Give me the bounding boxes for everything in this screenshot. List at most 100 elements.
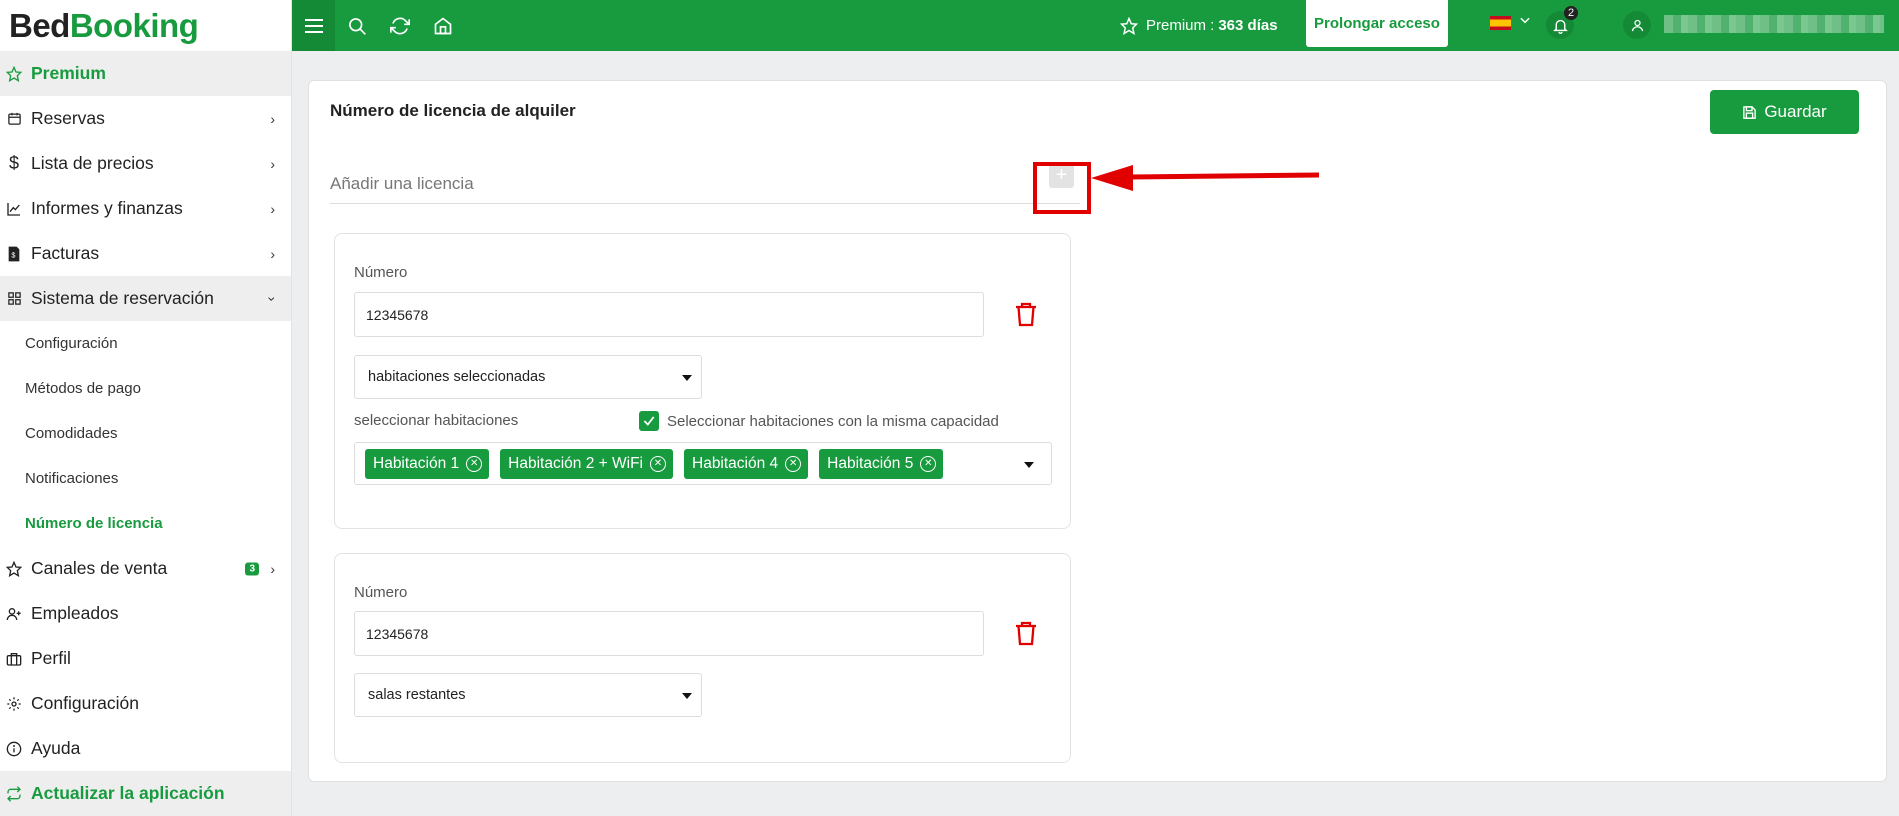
room-tag: Habitación 2 + WiFi ✕ [500, 448, 673, 479]
caret-down-icon [682, 693, 692, 699]
room-tag: Habitación 1 ✕ [365, 448, 490, 479]
logo-part-2: Booking [69, 6, 199, 44]
sidebar-subitem-metodos-pago[interactable]: Métodos de pago [0, 366, 291, 411]
sidebar-item-label: Sistema de reservación [31, 288, 214, 308]
license-entry: Número 12345678 habitaciones seleccionad… [334, 233, 1071, 529]
close-icon[interactable]: ✕ [920, 455, 937, 472]
select-value: salas restantes [368, 687, 466, 703]
refresh-icon [3, 783, 25, 805]
add-license-label: Añadir una licencia [330, 174, 474, 193]
close-icon[interactable]: ✕ [466, 455, 483, 472]
chevron-right-icon: › [270, 200, 275, 217]
avatar[interactable] [1623, 11, 1651, 39]
sidebar-item-canales[interactable]: Canales de venta 3 › [0, 546, 291, 591]
star-icon [3, 63, 25, 85]
sidebar-item-actualizar[interactable]: Actualizar la aplicación [0, 771, 291, 816]
same-capacity-checkbox-row[interactable]: Seleccionar habitaciones con la misma ca… [639, 411, 999, 431]
chevron-right-icon: › [270, 110, 275, 127]
sidebar-subitem-comodidades[interactable]: Comodidades [0, 411, 291, 456]
add-license-row: Añadir una licencia [330, 174, 1080, 204]
number-label: Número [354, 584, 408, 601]
chevron-down-icon: › [264, 296, 281, 301]
count-badge: 3 [245, 562, 259, 575]
room-tag-label: Habitación 1 [373, 454, 460, 472]
sidebar-item-label: Reservas [31, 108, 105, 128]
close-icon[interactable]: ✕ [650, 455, 666, 472]
room-tag-label: Habitación 5 [827, 454, 914, 472]
sidebar-item-reservas[interactable]: Reservas › [0, 96, 291, 141]
sidebar-item-precios[interactable]: $ Lista de precios › [0, 141, 291, 186]
sidebar-item-ayuda[interactable]: Ayuda [0, 726, 291, 771]
user-name-redacted[interactable] [1664, 15, 1884, 33]
spain-flag-icon[interactable] [1490, 16, 1511, 30]
select-rooms-label: seleccionar habitaciones [354, 412, 519, 429]
notification-count-badge: 2 [1564, 6, 1579, 20]
sidebar-item-label: Actualizar la aplicación [31, 783, 225, 803]
room-tag: Habitación 5 ✕ [819, 448, 944, 479]
premium-label: Premium : [1146, 17, 1215, 34]
menu-icon[interactable] [292, 0, 335, 51]
room-tag-label: Habitación 4 [692, 454, 779, 472]
sidebar-item-empleados[interactable]: Empleados [0, 591, 291, 636]
user-plus-icon [3, 603, 25, 625]
bell-icon [1552, 17, 1569, 34]
sidebar-item-informes[interactable]: Informes y finanzas › [0, 186, 291, 231]
logo-part-1: Bed [9, 6, 70, 44]
sidebar-subitem-numero-licencia[interactable]: Número de licencia [0, 501, 291, 546]
extend-access-button[interactable]: Prolongar acceso [1306, 0, 1448, 47]
star-icon [1120, 16, 1138, 35]
highlight-box [1033, 162, 1091, 214]
sidebar-item-label: Ayuda [31, 738, 81, 758]
caret-down-icon[interactable] [1024, 462, 1034, 468]
room-tag-label: Habitación 2 + WiFi [508, 454, 643, 472]
invoice-icon: $ [3, 243, 25, 265]
sidebar-item-label: Facturas [31, 243, 100, 263]
premium-status: Premium : 363 días [1120, 0, 1278, 51]
select-value: habitaciones seleccionadas [368, 369, 546, 385]
app-logo[interactable]: Bed Booking [0, 0, 291, 51]
page-title: Número de licencia de alquiler [330, 101, 576, 120]
license-number-input[interactable]: 12345678 [354, 292, 984, 337]
sidebar-subitem-notificaciones[interactable]: Notificaciones [0, 456, 291, 501]
checkbox-checked[interactable] [639, 411, 659, 431]
chevron-down-icon[interactable] [1518, 13, 1532, 32]
save-label: Guardar [1764, 102, 1827, 121]
sidebar-item-label: Premium [31, 63, 106, 83]
sidebar-item-label: Empleados [31, 603, 119, 623]
sidebar-item-premium[interactable]: Premium [0, 51, 291, 96]
save-icon [1742, 105, 1757, 120]
sidebar-subitem-configuracion[interactable]: Configuración [0, 321, 291, 366]
red-arrow-annotation [1091, 165, 1320, 191]
home-icon[interactable] [421, 0, 464, 51]
top-bar: Premium : 363 días Prolongar acceso 2 [292, 0, 1899, 51]
caret-down-icon [682, 375, 692, 381]
star-icon [3, 558, 25, 580]
chevron-right-icon: › [270, 560, 275, 577]
license-scope-select[interactable]: habitaciones seleccionadas [354, 355, 702, 399]
trash-icon[interactable] [1013, 300, 1039, 328]
sidebar-item-perfil[interactable]: Perfil [0, 636, 291, 681]
number-label: Número [354, 264, 408, 281]
license-number-input[interactable]: 12345678 [354, 611, 984, 656]
license-card: Número de licencia de alquiler Guardar A… [308, 80, 1887, 782]
sidebar-item-sistema-reservacion[interactable]: Sistema de reservación › [0, 276, 291, 321]
search-icon[interactable] [335, 0, 378, 51]
sidebar: Bed Booking Premium Reservas › $ Lista de… [0, 0, 292, 816]
room-tag: Habitación 4 ✕ [684, 448, 809, 479]
chevron-right-icon: › [270, 245, 275, 262]
sidebar-item-label: Lista de precios [31, 153, 154, 173]
sidebar-item-configuracion[interactable]: Configuración [0, 681, 291, 726]
sidebar-item-label: Configuración [31, 693, 139, 713]
sidebar-item-facturas[interactable]: $ Facturas › [0, 231, 291, 276]
close-icon[interactable]: ✕ [785, 455, 802, 472]
save-button[interactable]: Guardar [1710, 90, 1859, 134]
refresh-icon[interactable] [378, 0, 421, 51]
gear-icon [3, 693, 25, 715]
sidebar-item-label: Informes y finanzas [31, 198, 183, 218]
calendar-icon [3, 108, 25, 130]
license-scope-select[interactable]: salas restantes [354, 673, 702, 717]
trash-icon[interactable] [1013, 619, 1039, 647]
sidebar-item-label: Perfil [31, 648, 71, 668]
briefcase-icon [3, 648, 25, 670]
rooms-multiselect[interactable]: Habitación 1 ✕ Habitación 2 + WiFi ✕ Habit… [354, 442, 1052, 485]
